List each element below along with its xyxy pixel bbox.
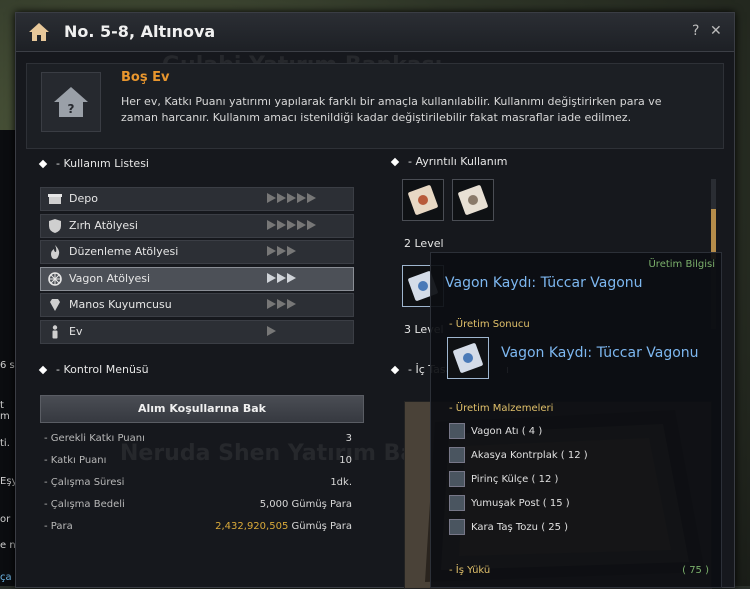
watermark-text: Neruda Shen Yatırım Ban <box>120 441 431 466</box>
plywood-icon <box>449 447 465 463</box>
usage-item[interactable]: Depo <box>40 187 354 211</box>
arrow-icon <box>287 193 296 203</box>
arrow-icon <box>277 193 286 203</box>
progress-arrows <box>267 326 276 338</box>
level-label: 2 Level <box>404 237 444 250</box>
title-bar[interactable]: No. 5-8, Altınova ? ✕ <box>16 13 734 52</box>
usage-item[interactable]: Düzenleme Atölyesi <box>40 240 354 265</box>
tooltip-tag: Üretim Bilgisi <box>648 259 715 270</box>
bg-text: or <box>0 514 11 525</box>
ingot-icon <box>449 471 465 487</box>
arrow-icon <box>277 272 286 283</box>
view-purchase-conditions-button[interactable]: Alım Koşullarına Bak <box>40 395 364 423</box>
bg-text: ça <box>0 572 12 583</box>
bg-text: t m <box>0 400 10 422</box>
horse-icon <box>449 423 465 439</box>
arrow-icon <box>267 193 276 203</box>
arrow-icon <box>297 193 306 203</box>
usage-item-label: Vagon Atölyesi <box>69 271 151 285</box>
material-item: Kara Taş Tozu ( 25 ) <box>449 519 568 535</box>
detail-usage-header: - Ayrıntılı Kullanım <box>390 155 508 168</box>
arrow-icon <box>287 246 296 257</box>
wagon-deed-icon <box>458 185 488 215</box>
progress-arrows <box>267 272 296 285</box>
flame-icon <box>51 245 60 260</box>
arrow-icon <box>267 299 276 310</box>
arrow-icon <box>267 272 276 283</box>
arrow-icon <box>277 219 286 230</box>
arrow-icon <box>277 299 286 310</box>
wheel-icon <box>48 271 62 286</box>
production-result-header: - Üretim Sonucu <box>449 319 530 330</box>
wagon-deed-icon <box>408 185 438 215</box>
usage-item-label: Depo <box>69 192 98 205</box>
diamond-bullet-icon <box>38 159 48 169</box>
result-item-icon <box>447 337 489 379</box>
progress-arrows <box>267 193 316 205</box>
usage-item-label: Manos Kuyumcusu <box>69 298 172 312</box>
box-icon <box>48 194 62 204</box>
arrow-icon <box>307 193 316 203</box>
arrow-icon <box>267 219 276 230</box>
arrow-icon <box>287 219 296 230</box>
wagon-deed-icon <box>453 343 483 373</box>
shield-icon <box>49 218 61 233</box>
production-info-tooltip: Üretim Bilgisi Vagon Kaydı: Tüccar Vagon… <box>430 252 722 588</box>
progress-arrows <box>267 246 296 258</box>
result-item-name: Vagon Kaydı: Tüccar Vagonu <box>501 345 699 361</box>
diamond-bullet-icon <box>390 365 400 375</box>
person-icon <box>52 325 58 339</box>
material-item: Yumuşak Post ( 15 ) <box>449 495 570 511</box>
window-title: No. 5-8, Altınova <box>64 22 216 41</box>
recipe-slot[interactable] <box>402 179 444 221</box>
usage-item-label: Zırh Atölyesi <box>69 218 138 232</box>
background-chat-strip: 6 s t m ti. Eşy or e n ça <box>0 130 17 586</box>
usage-item-label: Ev <box>69 325 83 338</box>
progress-arrows <box>267 299 296 311</box>
black-stone-powder-icon <box>449 519 465 535</box>
arrow-icon <box>297 219 306 230</box>
diamond-bullet-icon <box>390 157 400 167</box>
empty-house-icon: ? <box>41 72 101 132</box>
arrow-icon <box>277 246 286 257</box>
material-item: Vagon Atı ( 4 ) <box>449 423 542 439</box>
material-item: Akasya Kontrplak ( 12 ) <box>449 447 588 463</box>
house-info-panel: ? Boş Ev Her ev, Katkı Puanı yatırımı ya… <box>26 63 724 149</box>
arrow-icon <box>287 299 296 310</box>
help-button[interactable]: ? <box>692 23 699 39</box>
usage-item[interactable]: Vagon Atölyesi <box>40 266 354 291</box>
diamond-bullet-icon <box>38 365 48 375</box>
usage-item-label: Düzenleme Atölyesi <box>69 245 179 259</box>
diamond-icon <box>50 299 60 312</box>
recipe-slot[interactable] <box>452 179 494 221</box>
arrow-icon <box>267 246 276 257</box>
svg-text:?: ? <box>68 102 75 116</box>
usage-item[interactable]: Zırh Atölyesi <box>40 213 354 238</box>
control-menu-header: - Kontrol Menüsü <box>38 363 149 376</box>
material-item: Pirinç Külçe ( 12 ) <box>449 471 558 487</box>
close-button[interactable]: ✕ <box>710 23 722 39</box>
hide-icon <box>449 495 465 511</box>
usage-item[interactable]: Manos Kuyumcusu <box>40 293 354 318</box>
house-description: Her ev, Katkı Puanı yatırımı yapılarak f… <box>121 95 662 124</box>
materials-header: - Üretim Malzemeleri <box>449 403 554 414</box>
arrow-icon <box>287 272 296 283</box>
arrow-icon <box>267 326 276 336</box>
home-icon <box>29 23 49 41</box>
usage-list-header: - Kullanım Listesi <box>38 157 149 170</box>
tooltip-title: Vagon Kaydı: Tüccar Vagonu <box>445 275 643 291</box>
usage-item[interactable]: Ev <box>40 320 354 344</box>
workload-label: - İş Yükü <box>449 565 491 576</box>
arrow-icon <box>307 219 316 230</box>
workload-value: ( 75 ) <box>682 565 709 576</box>
house-status-title: Boş Ev <box>121 70 170 85</box>
bg-text: e n <box>0 540 16 551</box>
bg-text: 6 s <box>0 360 15 371</box>
bg-text: ti. <box>0 438 10 449</box>
progress-arrows <box>267 219 316 232</box>
